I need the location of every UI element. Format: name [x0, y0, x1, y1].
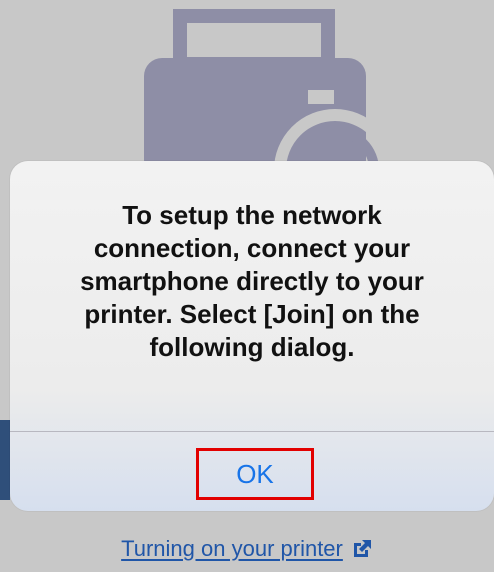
screen: To setup the network connection, connect…: [0, 0, 494, 572]
external-link-icon[interactable]: [351, 538, 373, 560]
alert-dialog: To setup the network connection, connect…: [10, 161, 494, 511]
dialog-message: To setup the network connection, connect…: [80, 200, 424, 362]
turning-on-printer-link[interactable]: Turning on your printer: [0, 536, 494, 562]
printer-icon: [144, 9, 380, 170]
background-panel-edge: [0, 420, 10, 500]
ok-button[interactable]: OK: [196, 448, 314, 500]
link-label[interactable]: Turning on your printer: [121, 536, 343, 562]
dialog-divider: [10, 431, 494, 432]
